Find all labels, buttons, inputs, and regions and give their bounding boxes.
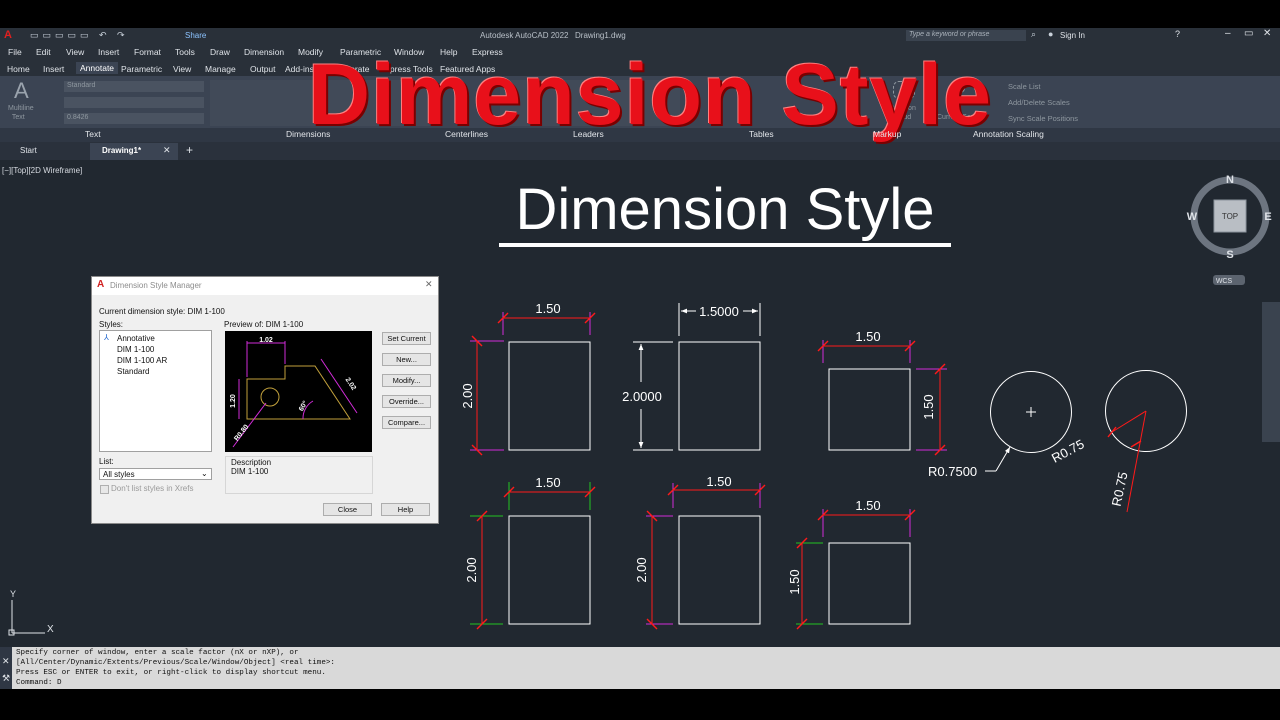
close-button[interactable]: Close — [323, 503, 372, 516]
dim-label: 2.00 — [460, 383, 475, 408]
modify-button[interactable]: Modify... — [382, 374, 431, 387]
svg-text:X: X — [47, 624, 54, 635]
dim-label: 1.50 — [535, 475, 560, 490]
dialog-titlebar[interactable]: A Dimension Style Manager ✕ — [92, 277, 438, 295]
description-value: DIM 1-100 — [231, 467, 269, 476]
compare-button[interactable]: Compare... — [382, 416, 431, 429]
dim-group-c: 1.50 1.50 — [817, 329, 947, 456]
description-box: Description DIM 1-100 — [225, 456, 373, 494]
dialog-close-icon[interactable]: ✕ — [425, 279, 433, 290]
wcs-label[interactable]: WCS — [1216, 278, 1233, 285]
style-item[interactable]: DIM 1-100 — [117, 345, 154, 354]
compass-n[interactable]: N — [1226, 174, 1234, 186]
circle-group: R0.7500 R0.75 R0.75 — [928, 370, 1187, 513]
rect-e[interactable] — [678, 515, 761, 625]
dialog-title: Dimension Style Manager — [110, 281, 202, 290]
dim-label: R0.75 — [1109, 471, 1131, 508]
dim-group-b: 1.5000 2.0000 — [622, 303, 761, 451]
help-button[interactable]: Help — [381, 503, 430, 516]
navigation-bar[interactable] — [1262, 302, 1280, 442]
xrefs-label: Don't list styles in Xrefs — [111, 484, 194, 493]
list-label: List: — [99, 457, 114, 466]
command-line-handle[interactable]: ✕ ⚒ — [0, 647, 12, 689]
styles-label: Styles: — [99, 320, 124, 329]
panel-label-centerlines[interactable]: Centerlines — [445, 129, 488, 139]
dim-label: 2.00 — [464, 557, 479, 582]
close-icon[interactable]: ✕ — [2, 656, 10, 667]
preview-label: Preview of: DIM 1-100 — [224, 320, 304, 329]
panel-label-text[interactable]: Text — [85, 129, 101, 139]
style-item[interactable]: Annotative — [117, 334, 155, 343]
dim-label: 1.50 — [787, 569, 802, 594]
dim-group-a: 1.50 2.00 — [460, 301, 596, 456]
override-button[interactable]: Override... — [382, 395, 431, 408]
compass-s[interactable]: S — [1226, 249, 1233, 261]
dim-label: 1.50 — [535, 301, 560, 316]
panel-label-annotation-scaling[interactable]: Annotation Scaling — [973, 129, 1044, 139]
rect-a[interactable] — [508, 341, 591, 451]
dim-label: 1.50 — [855, 329, 880, 344]
style-item[interactable]: Standard — [117, 367, 149, 376]
radius-line — [1111, 410, 1147, 433]
style-preview: 1.02 1.20 2.02 60° R0.80 — [225, 331, 372, 452]
panel-label-dimensions[interactable]: Dimensions — [286, 129, 330, 139]
dialog-app-icon: A — [97, 279, 105, 290]
preview-dim-top: 1.02 — [259, 337, 273, 344]
xrefs-checkbox[interactable] — [100, 485, 109, 494]
command-line[interactable]: ✕ ⚒ Specify corner of window, enter a sc… — [0, 647, 1280, 689]
list-select-value: All styles — [103, 470, 135, 479]
dim-label: 2.00 — [634, 557, 649, 582]
customize-icon[interactable]: ⚒ — [2, 673, 10, 684]
viewcube[interactable]: TOP N S W E WCS — [1187, 174, 1272, 285]
leader-line — [995, 446, 1011, 472]
dim-label: 1.50 — [855, 498, 880, 513]
panel-label-tables[interactable]: Tables — [749, 129, 774, 139]
annotative-icon: ⅄ — [104, 333, 109, 342]
rect-c[interactable] — [828, 368, 911, 451]
svg-text:Y: Y — [10, 589, 16, 599]
command-input[interactable]: Command: D — [16, 679, 62, 687]
rect-b[interactable] — [678, 341, 761, 451]
dim-group-e: 1.50 2.00 — [634, 474, 766, 630]
dim-label: R0.75 — [1049, 436, 1087, 466]
radius-line — [1126, 410, 1147, 513]
panel-label-markup[interactable]: Markup — [873, 129, 901, 139]
dim-label: 2.0000 — [622, 389, 662, 404]
compass-w[interactable]: W — [1187, 211, 1198, 223]
new-button[interactable]: New... — [382, 353, 431, 366]
list-select[interactable]: All styles ⌄ — [99, 468, 212, 480]
rect-f[interactable] — [828, 542, 911, 625]
dim-label: 1.5000 — [699, 304, 739, 319]
canvas-title: Dimension Style — [515, 177, 934, 242]
command-history: Press ESC or ENTER to exit, or right-cli… — [16, 669, 326, 677]
rect-d[interactable] — [508, 515, 591, 625]
ucs-icon[interactable]: Y X — [8, 589, 54, 636]
description-label: Description — [231, 458, 272, 467]
styles-list[interactable]: ⅄ Annotative DIM 1-100 DIM 1-100 AR Stan… — [99, 330, 212, 452]
command-history: Specify corner of window, enter a scale … — [16, 649, 299, 657]
dim-label: 1.50 — [921, 394, 936, 419]
viewcube-top-label[interactable]: TOP — [1222, 212, 1238, 221]
style-item[interactable]: DIM 1-100 AR — [117, 356, 167, 365]
current-style-label: Current dimension style: DIM 1-100 — [99, 307, 225, 316]
dim-group-d: 1.50 2.00 — [464, 475, 596, 630]
dim-group-f: 1.50 1.50 — [787, 498, 916, 630]
dim-label: 1.50 — [706, 474, 731, 489]
dim-label: R0.7500 — [928, 464, 977, 479]
command-history: [All/Center/Dynamic/Extents/Previous/Sca… — [16, 659, 335, 667]
dimension-style-manager-dialog: A Dimension Style Manager ✕ Current dime… — [91, 276, 439, 524]
panel-label-leaders[interactable]: Leaders — [573, 129, 604, 139]
compass-e[interactable]: E — [1264, 211, 1271, 223]
set-current-button[interactable]: Set Current — [382, 332, 431, 345]
preview-dim-left: 1.20 — [230, 394, 237, 408]
chevron-down-icon: ⌄ — [201, 469, 208, 478]
